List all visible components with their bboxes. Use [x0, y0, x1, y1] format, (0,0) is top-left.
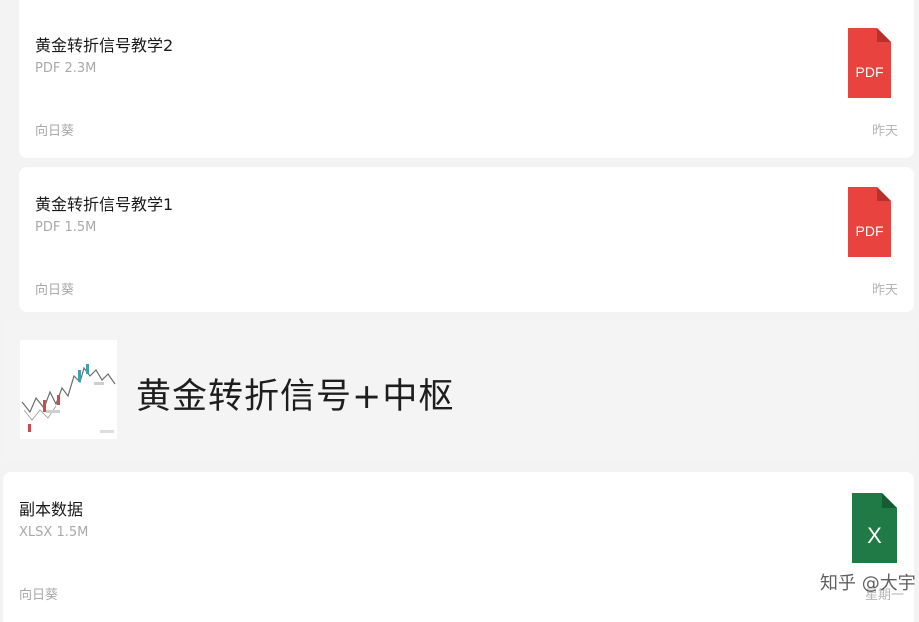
link-title: 黄金转折信号+中枢: [136, 377, 455, 417]
file-title: 副本数据: [19, 500, 84, 519]
file-title: 黄金转折信号教学2: [35, 36, 174, 55]
file-meta: XLSX 1.5M: [19, 525, 89, 540]
file-sender: 向日葵: [35, 283, 75, 298]
pdf-icon-label: PDF: [855, 64, 884, 80]
file-card[interactable]: 副本数据 XLSX 1.5M X 向日葵 星期一: [3, 472, 914, 622]
file-card[interactable]: 黄金转折信号教学1 PDF 1.5M PDF 向日葵 昨天: [19, 167, 914, 312]
pdf-icon: PDF: [848, 187, 891, 257]
pdf-icon-label: PDF: [855, 223, 884, 239]
file-time: 昨天: [872, 124, 899, 139]
excel-icon: X: [852, 493, 897, 563]
file-sender: 向日葵: [35, 124, 75, 139]
file-time: 昨天: [872, 283, 899, 298]
excel-icon-label: X: [867, 523, 882, 548]
pdf-icon: PDF: [848, 28, 891, 98]
chart-thumbnail-icon[interactable]: [20, 340, 117, 439]
file-meta: PDF 1.5M: [35, 220, 97, 235]
file-meta: PDF 2.3M: [35, 61, 97, 76]
watermark: 知乎 @大宇: [820, 573, 916, 594]
file-sender: 向日葵: [19, 588, 59, 603]
file-card[interactable]: 黄金转折信号教学2 PDF 2.3M PDF 向日葵 昨天: [19, 0, 914, 158]
file-title: 黄金转折信号教学1: [35, 195, 174, 214]
